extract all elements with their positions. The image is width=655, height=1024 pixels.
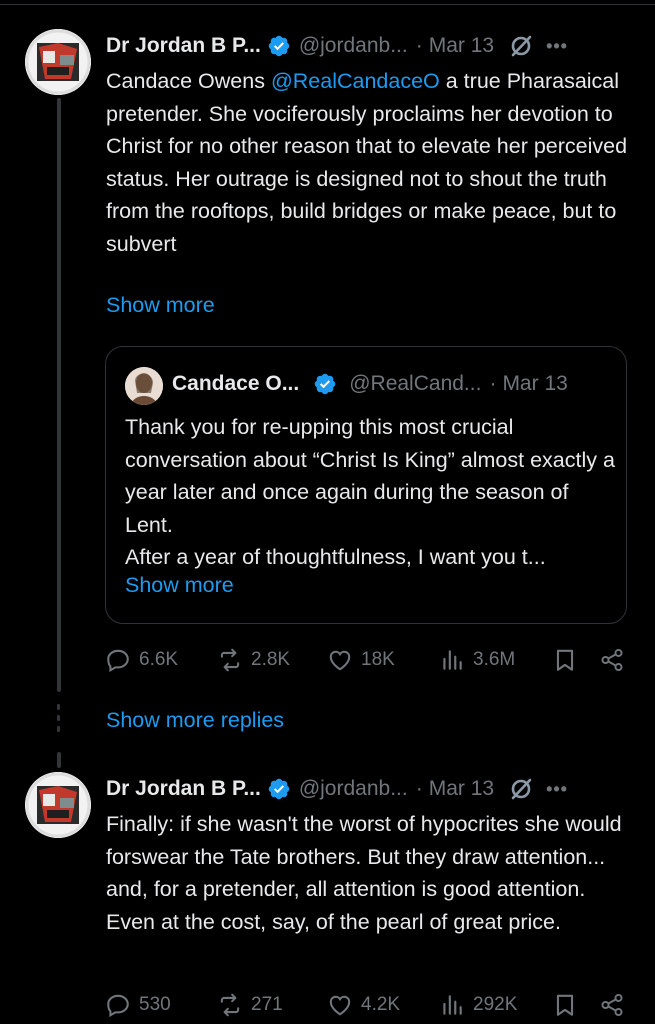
thread-connector [57, 98, 61, 692]
like-icon [329, 650, 351, 671]
verified-badge-icon [314, 373, 336, 395]
repost-count: 2.8K [251, 649, 291, 670]
views-icon [443, 650, 462, 670]
views-button[interactable]: 292K [439, 990, 517, 1020]
mention-link[interactable]: @RealCandaceO [271, 69, 440, 93]
author-name[interactable]: Dr Jordan B P... [106, 777, 261, 801]
thread-view: Dr Jordan B P... @jordanb... · Mar 13 ••… [0, 0, 655, 1024]
tweet-date[interactable]: Mar 13 [429, 777, 494, 801]
thread-gap-dots [57, 704, 61, 737]
share-icon [601, 648, 623, 672]
like-count: 18K [361, 649, 395, 670]
reply-icon [107, 649, 129, 673]
like-count: 4.2K [361, 994, 401, 1015]
tweet-actions: 6.6K 2.8K 18K 3.6M [105, 645, 630, 675]
separator-dot: · [415, 777, 423, 800]
avatar[interactable] [25, 29, 91, 95]
bookmark-button[interactable] [552, 645, 586, 675]
quoted-author-handle[interactable]: @RealCand... [349, 372, 481, 396]
reply-count: 530 [139, 994, 171, 1015]
top-divider [0, 4, 655, 5]
separator-dot: · [489, 372, 497, 395]
bookmark-button[interactable] [552, 990, 586, 1020]
bookmark-icon [556, 649, 574, 671]
reply-count: 6.6K [139, 649, 179, 670]
show-more-link[interactable]: Show more [106, 293, 215, 318]
repost-icon [220, 993, 240, 1017]
more-options-icon[interactable]: ••• [546, 36, 568, 57]
verified-badge-icon [268, 35, 290, 57]
views-button[interactable]: 3.6M [439, 645, 515, 675]
views-icon [443, 995, 462, 1015]
verified-badge-icon [268, 778, 290, 800]
separator-dot: · [415, 34, 423, 57]
quoted-author-name[interactable]: Candace O... [172, 372, 299, 396]
repost-icon [220, 648, 240, 672]
bookmark-icon [556, 994, 574, 1016]
quoted-text-line: Thank you for re-upping this most crucia… [125, 415, 615, 537]
views-count: 3.6M [473, 649, 516, 670]
like-button[interactable]: 18K [327, 645, 395, 675]
tweet-header: Dr Jordan B P... @jordanb... · Mar 13 ••… [106, 31, 568, 61]
quoted-tweet[interactable]: Candace O... @RealCand... · Mar 13 Thank… [105, 346, 627, 624]
quoted-show-more-link[interactable]: Show more [125, 573, 234, 598]
show-more-replies-link[interactable]: Show more replies [106, 708, 284, 733]
more-options-icon[interactable]: ••• [546, 779, 568, 800]
reply-button[interactable]: 6.6K [105, 645, 178, 675]
reply-button[interactable]: 530 [105, 990, 171, 1020]
repost-count: 271 [251, 994, 283, 1015]
tweet-actions: 530 271 4.2K 292K [105, 990, 630, 1020]
quoted-avatar[interactable] [125, 367, 163, 405]
quoted-header: Candace O... @RealCand... · Mar 13 [172, 369, 568, 399]
repost-button[interactable]: 2.8K [217, 645, 290, 675]
author-handle[interactable]: @jordanb... [299, 34, 408, 58]
tweet-text: Finally: if she wasn't the worst of hypo… [106, 812, 622, 934]
repost-button[interactable]: 271 [217, 990, 283, 1020]
share-icon [601, 993, 623, 1017]
avatar[interactable] [25, 772, 91, 838]
quoted-text-line: After a year of thoughtfulness, I want y… [125, 545, 546, 569]
share-button[interactable] [599, 990, 633, 1020]
tweet-header: Dr Jordan B P... @jordanb... · Mar 13 ••… [106, 774, 568, 804]
quoted-text: Thank you for re-upping this most crucia… [125, 411, 615, 574]
quoted-date[interactable]: Mar 13 [502, 372, 567, 396]
tweet-text-part: Candace Owens [106, 69, 271, 93]
like-icon [329, 995, 351, 1016]
author-handle[interactable]: @jordanb... [299, 777, 408, 801]
tweet-date[interactable]: Mar 13 [429, 34, 494, 58]
grok-icon[interactable] [508, 776, 534, 802]
tweet-text-part: a true Pharasaical pretender. She vocife… [106, 69, 628, 256]
thread-connector-lower [57, 752, 61, 768]
like-button[interactable]: 4.2K [327, 990, 400, 1020]
author-name[interactable]: Dr Jordan B P... [106, 34, 261, 58]
views-count: 292K [473, 994, 518, 1015]
tweet-text: Candace Owens @RealCandaceO a true Phara… [106, 65, 636, 260]
grok-icon[interactable] [508, 33, 534, 59]
reply-icon [107, 994, 129, 1018]
share-button[interactable] [599, 645, 633, 675]
